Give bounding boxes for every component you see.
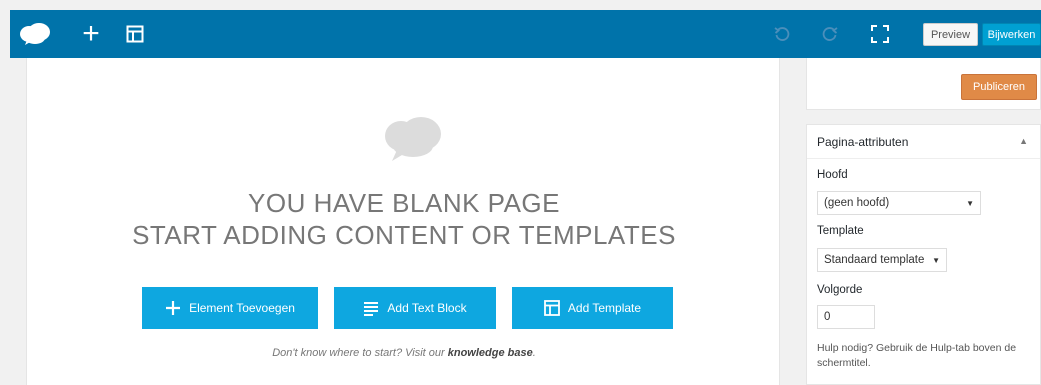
add-text-block-label: Add Text Block (387, 301, 467, 315)
hint-text: Don't know where to start? Visit our (272, 347, 445, 359)
caret-down-icon: ▼ (966, 198, 974, 208)
blank-page-subtitle: START ADDING CONTENT OR TEMPLATES (132, 220, 676, 250)
plus-icon[interactable]: + (76, 10, 106, 58)
page-attributes-header[interactable]: Pagina-attributen ▲ (807, 125, 1040, 159)
order-label: Volgorde (817, 284, 863, 296)
update-button[interactable]: Bijwerken (982, 23, 1041, 46)
top-toolbar: + Preview Bijwerken (10, 10, 1041, 58)
parent-label: Hoofd (817, 169, 848, 181)
page-attributes-box: Pagina-attributen ▲ Hoofd (geen hoofd) ▼… (806, 124, 1041, 385)
page-builder-screen: + Preview Bijwerken YOU HAVE BLANK PAGE … (0, 0, 1041, 385)
order-input[interactable]: 0 (817, 305, 875, 329)
template-icon (544, 300, 560, 316)
plus-icon (165, 300, 181, 316)
publish-button[interactable]: Publiceren (961, 74, 1037, 100)
editor-canvas: YOU HAVE BLANK PAGE START ADDING CONTENT… (26, 58, 780, 385)
undo-icon[interactable] (770, 10, 794, 58)
preview-button[interactable]: Preview (923, 23, 978, 46)
parent-select-value: (geen hoofd) (824, 197, 890, 209)
template-select-value: Standaard template (824, 254, 925, 266)
template-select[interactable]: Standaard template ▼ (817, 248, 947, 272)
publish-box: Publiceren (806, 58, 1041, 110)
redo-icon[interactable] (818, 10, 842, 58)
add-element-button[interactable]: Element Toevoegen (142, 287, 318, 329)
help-text: Hulp nodig? Gebruik de Hulp-tab boven de… (817, 342, 1017, 369)
add-template-button[interactable]: Add Template (512, 287, 673, 329)
hint-suffix: . (532, 347, 536, 359)
text-lines-icon (363, 300, 379, 316)
help-hint: Don't know where to start? Visit our kno… (27, 347, 781, 359)
page-attributes-title: Pagina-attributen (817, 134, 909, 149)
fullscreen-icon[interactable] (868, 10, 892, 58)
add-element-label: Element Toevoegen (189, 301, 295, 315)
add-template-label: Add Template (567, 301, 642, 315)
triangle-up-icon[interactable]: ▲ (1019, 136, 1028, 146)
blank-page-title: YOU HAVE BLANK PAGE (248, 188, 560, 218)
template-label: Template (817, 225, 864, 237)
cloud-logo-icon (381, 114, 445, 162)
layout-icon[interactable] (123, 10, 147, 58)
knowledge-base-link[interactable]: knowledge base (448, 347, 533, 359)
add-text-block-button[interactable]: Add Text Block (334, 287, 496, 329)
parent-select[interactable]: (geen hoofd) ▼ (817, 191, 981, 215)
caret-down-icon: ▼ (932, 255, 940, 265)
cloud-icon[interactable] (18, 10, 52, 58)
